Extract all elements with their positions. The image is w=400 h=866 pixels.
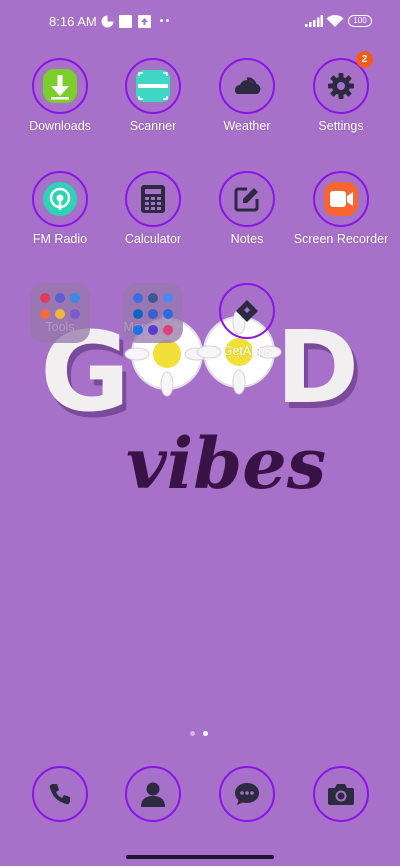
- weather-icon: [235, 77, 261, 94]
- app-fm-radio[interactable]: FM Radio: [12, 171, 108, 247]
- wifi-icon: [326, 14, 344, 27]
- data-saver-icon: [101, 15, 114, 28]
- status-bar: 8:16 AM 100: [0, 0, 400, 44]
- recorder-icon: [324, 182, 358, 216]
- getapps-icon: [236, 300, 258, 322]
- wallpaper-word-vibes: vibes: [126, 422, 326, 505]
- camera-icon: [328, 784, 354, 805]
- home-indicator[interactable]: [126, 855, 274, 859]
- folder-tools[interactable]: Tools: [12, 283, 108, 343]
- app-settings[interactable]: 2 Settings: [293, 51, 389, 134]
- app-getapps[interactable]: GetApps: [199, 283, 295, 359]
- app-label: Scanner: [129, 119, 177, 133]
- notification-badge: 2: [356, 51, 373, 68]
- upload-notification-icon: [138, 15, 151, 28]
- more-dot: [166, 19, 169, 22]
- scanner-icon: [136, 70, 170, 102]
- app-calculator[interactable]: Calculator: [105, 171, 201, 247]
- dock-phone[interactable]: [12, 766, 108, 822]
- download-icon: [43, 69, 77, 103]
- app-weather[interactable]: Weather: [199, 58, 295, 134]
- app-label: GetApps: [222, 344, 272, 358]
- notification-square-icon: [119, 15, 132, 28]
- app-downloads[interactable]: Downloads: [12, 58, 108, 134]
- page-dot[interactable]: [190, 731, 195, 736]
- phone-icon: [49, 784, 70, 805]
- app-notes[interactable]: Notes: [199, 171, 295, 247]
- dock-camera[interactable]: [293, 766, 389, 822]
- battery-icon: 100: [348, 15, 372, 27]
- dock-messages[interactable]: [199, 766, 295, 822]
- signal-icon: [305, 15, 323, 27]
- notes-icon: [234, 187, 259, 212]
- more-dot: [160, 19, 163, 22]
- app-label: Downloads: [29, 119, 91, 133]
- app-scanner[interactable]: Scanner: [105, 58, 201, 134]
- status-time: 8:16 AM: [49, 14, 97, 29]
- app-label: Notes: [230, 232, 264, 246]
- app-label: Calculator: [124, 232, 182, 246]
- app-screen-recorder[interactable]: Screen Recorder: [293, 171, 389, 247]
- contacts-icon: [141, 782, 165, 807]
- app-label: Weather: [223, 119, 271, 133]
- app-label: FM Radio: [32, 232, 88, 246]
- page-indicator: [190, 731, 210, 737]
- dock-contacts[interactable]: [105, 766, 201, 822]
- calculator-icon: [141, 185, 165, 213]
- messages-icon: [235, 783, 259, 805]
- folder-icon: [30, 283, 90, 343]
- dock: [0, 766, 400, 826]
- radio-icon: [43, 182, 77, 216]
- app-label: Screen Recorder: [293, 232, 389, 246]
- battery-level: 100: [353, 16, 367, 25]
- app-label: Settings: [318, 119, 364, 133]
- gear-icon: [328, 73, 354, 99]
- folder-more-apps[interactable]: More apps: [105, 283, 201, 343]
- page-dot-active[interactable]: [203, 731, 208, 736]
- folder-icon: [123, 283, 183, 343]
